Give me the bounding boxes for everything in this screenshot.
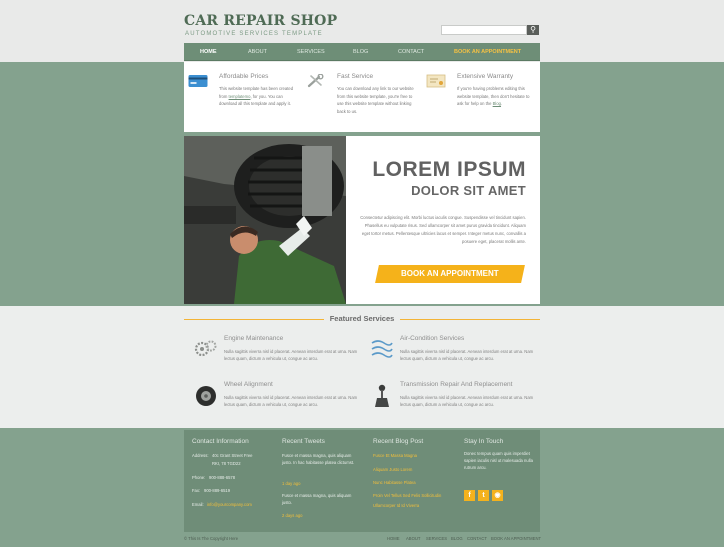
divider-line bbox=[400, 319, 540, 320]
footer-nav-home[interactable]: HOME bbox=[387, 536, 400, 541]
feature-transmission: Transmission Repair And Replacement Null… bbox=[370, 381, 545, 421]
email-link[interactable]: info@yourcompany.com bbox=[207, 501, 252, 508]
copyright: © This Is The Copyright Here bbox=[184, 536, 239, 541]
footer-nav-about[interactable]: ABOUT bbox=[406, 536, 420, 541]
twitter-icon[interactable]: t bbox=[478, 490, 489, 501]
service-text: If you're having problems editing this w… bbox=[457, 86, 530, 106]
hero-subtitle: DOLOR SIT AMET bbox=[411, 183, 526, 198]
certificate-icon bbox=[426, 74, 446, 88]
rss-icon[interactable]: ◉ bbox=[492, 490, 503, 501]
footer-nav-blog[interactable]: BLOG bbox=[451, 536, 463, 541]
service-title: Affordable Prices bbox=[219, 73, 269, 80]
footer-heading: Recent Tweets bbox=[282, 438, 325, 445]
featured-services-title: Featured Services bbox=[329, 314, 395, 323]
nav-about[interactable]: ABOUT bbox=[248, 49, 267, 55]
search-input[interactable] bbox=[441, 25, 527, 35]
service-title: Extensive Warranty bbox=[457, 73, 514, 80]
feature-text: Nulla sagittis viverra nisl id placerat.… bbox=[224, 349, 358, 361]
book-appointment-label: BOOK AN APPOINTMENT bbox=[401, 269, 499, 278]
feature-text: Nulla sagittis viverra nisl id placerat.… bbox=[400, 395, 534, 407]
blog-link[interactable]: Nunc Habitasse Platea bbox=[373, 479, 416, 486]
search-icon: ⚲ bbox=[530, 25, 536, 34]
hero-text: Consectetur adipiscing elit. Morbi luctu… bbox=[360, 215, 526, 244]
service-extensive-warranty: Extensive Warranty If you're having prob… bbox=[422, 62, 540, 132]
phone-value: 900-888-6578 bbox=[209, 475, 236, 480]
facebook-icon[interactable]: f bbox=[464, 490, 475, 501]
footer-nav-contact[interactable]: CONTACT bbox=[467, 536, 487, 541]
blog-link[interactable]: Proin Vel Tellus Sed Felis Sollicitudin bbox=[373, 492, 453, 499]
book-appointment-button[interactable]: BOOK AN APPOINTMENT bbox=[375, 265, 525, 283]
feature-title: Air-Condition Services bbox=[400, 335, 465, 342]
phone-label: Phone: bbox=[192, 475, 206, 480]
service-fast-service: Fast Service You can download any link t… bbox=[302, 62, 420, 132]
feature-title: Wheel Alignment bbox=[224, 381, 273, 388]
address-line-2: RKI, 78 TGD22 bbox=[212, 461, 241, 466]
nav-home[interactable]: HOME bbox=[200, 49, 217, 55]
footer-nav-book[interactable]: BOOK AN APPOINTMENT bbox=[491, 536, 541, 541]
stay-text: Donec tempus quam quis imperdiet sapien … bbox=[464, 451, 533, 470]
hero-banner: LOREM IPSUM DOLOR SIT AMET Consectetur a… bbox=[184, 136, 540, 304]
hero-title: LOREM IPSUM bbox=[372, 158, 526, 181]
site-logo-title[interactable]: CAR REPAIR SHOP bbox=[184, 13, 337, 29]
tweet-time[interactable]: 1 day ago bbox=[282, 480, 300, 487]
blog-link[interactable]: Aliquam Justo Lorem bbox=[373, 466, 412, 473]
service-title: Fast Service bbox=[337, 73, 374, 80]
fax-label: Fax: bbox=[192, 488, 201, 493]
feature-title: Engine Maintenance bbox=[224, 335, 284, 342]
feature-wheel-alignment: Wheel Alignment Nulla sagittis viverra n… bbox=[194, 381, 369, 421]
wrench-icon bbox=[307, 74, 324, 88]
address-label: Address: bbox=[192, 453, 209, 458]
mechanic-photo bbox=[184, 136, 346, 304]
tire-icon bbox=[196, 386, 216, 406]
service-affordable-prices: Affordable Prices This website template … bbox=[184, 62, 302, 132]
gearshift-icon bbox=[375, 384, 389, 407]
blog-link[interactable]: Ullamcorper Id Id Viverra bbox=[373, 502, 419, 509]
tweet-time[interactable]: 2 days ago bbox=[282, 512, 303, 519]
address-line: 40c Grant Street Free bbox=[212, 453, 253, 458]
feature-air-condition: Air-Condition Services Nulla sagittis vi… bbox=[370, 335, 545, 375]
search-button[interactable]: ⚲ bbox=[527, 25, 539, 35]
footer-heading: Recent Blog Post bbox=[373, 438, 424, 445]
footer-heading: Contact Information bbox=[192, 438, 249, 445]
service-link[interactable]: templatemo bbox=[229, 94, 251, 99]
footer-nav-services[interactable]: SERVICES bbox=[426, 536, 447, 541]
tweet-text: Fusce et massa magna, quis aliquam justo… bbox=[282, 493, 352, 505]
feature-text: Nulla sagittis viverra nisl id placerat.… bbox=[400, 349, 534, 361]
service-strip: Affordable Prices This website template … bbox=[184, 62, 540, 132]
nav-services[interactable]: SERVICES bbox=[297, 49, 325, 55]
service-text: This website template has been created f… bbox=[219, 86, 294, 106]
fax-value: 900-889-6519 bbox=[204, 488, 231, 493]
blog-link[interactable]: Fusce Et Massa Magna bbox=[373, 452, 417, 459]
nav-blog[interactable]: BLOG bbox=[353, 49, 368, 55]
service-link[interactable]: Blog bbox=[493, 101, 501, 106]
feature-text: Nulla sagittis viverra nisl id placerat.… bbox=[224, 395, 358, 407]
tweet-text: Fusce et massa magna, quis aliquam justo… bbox=[282, 453, 355, 465]
ac-icon bbox=[371, 340, 393, 358]
credit-card-icon bbox=[188, 75, 208, 87]
footer-heading: Stay In Touch bbox=[464, 438, 504, 445]
site-logo-subtitle: AUTOMOTIVE SERVICES TEMPLATE bbox=[185, 31, 323, 37]
nav-contact[interactable]: CONTACT bbox=[398, 49, 424, 55]
email-label: Email: bbox=[192, 502, 204, 507]
footer: Contact Information Address: 40c Grant S… bbox=[184, 430, 540, 532]
service-text: You can download any link to our website… bbox=[337, 86, 414, 114]
feature-engine-maintenance: Engine Maintenance Nulla sagittis viverr… bbox=[194, 335, 369, 375]
mechanic-under-car-illustration bbox=[184, 136, 346, 304]
nav-book-appointment[interactable]: BOOK AN APPOINTMENT bbox=[454, 49, 521, 55]
gears-icon bbox=[194, 340, 217, 357]
main-nav: HOME ABOUT SERVICES BLOG CONTACT BOOK AN… bbox=[184, 43, 540, 61]
feature-title: Transmission Repair And Replacement bbox=[400, 381, 513, 388]
